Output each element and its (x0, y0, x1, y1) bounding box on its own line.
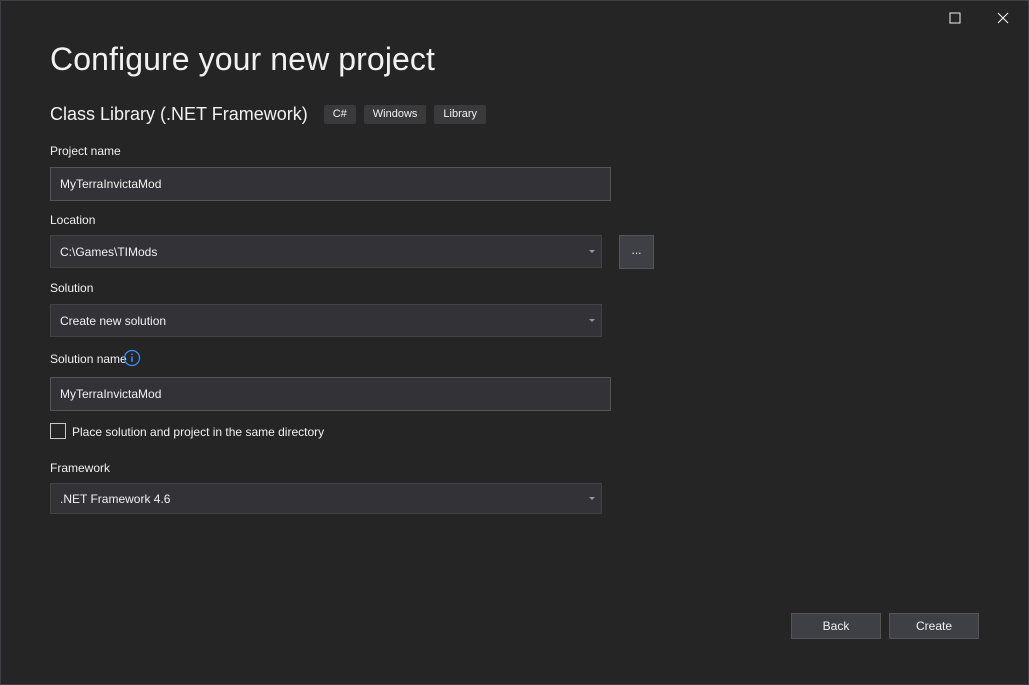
location-combobox[interactable]: C:\Games\TIMods (50, 235, 602, 268)
configure-project-dialog: Configure your new project Class Library… (0, 0, 1029, 685)
maximize-icon (949, 12, 961, 24)
template-info: Class Library (.NET Framework) C# Window… (50, 101, 494, 127)
location-label: Location (50, 213, 96, 227)
maximize-button[interactable] (932, 5, 978, 31)
info-icon[interactable] (123, 349, 141, 367)
location-value: C:\Games\TIMods (60, 244, 158, 259)
tag-project-type: Library (434, 104, 487, 124)
framework-value: .NET Framework 4.6 (60, 491, 171, 506)
project-name-label: Project name (50, 144, 121, 158)
same-directory-checkbox[interactable] (50, 423, 66, 439)
solution-label: Solution (50, 281, 94, 295)
chevron-down-icon[interactable] (584, 249, 600, 254)
browse-location-button[interactable]: ... (619, 235, 654, 269)
create-button[interactable]: Create (889, 613, 979, 639)
same-directory-label[interactable]: Place solution and project in the same d… (72, 425, 324, 439)
back-button[interactable]: Back (791, 613, 881, 639)
solution-combobox[interactable]: Create new solution (50, 304, 602, 337)
page-title: Configure your new project (50, 41, 436, 77)
solution-value: Create new solution (60, 313, 167, 328)
solution-name-label: Solution name (50, 352, 127, 366)
tag-language: C# (323, 104, 356, 124)
solution-name-input[interactable] (50, 377, 611, 411)
close-icon (997, 12, 1009, 24)
close-button[interactable] (980, 5, 1026, 31)
chevron-down-icon[interactable] (584, 318, 600, 323)
chevron-down-icon[interactable] (584, 496, 600, 501)
framework-combobox[interactable]: .NET Framework 4.6 (50, 483, 602, 514)
project-name-input[interactable] (50, 167, 611, 201)
framework-label: Framework (50, 461, 111, 475)
template-name: Class Library (.NET Framework) (50, 103, 308, 124)
tag-platform: Windows (363, 104, 427, 124)
